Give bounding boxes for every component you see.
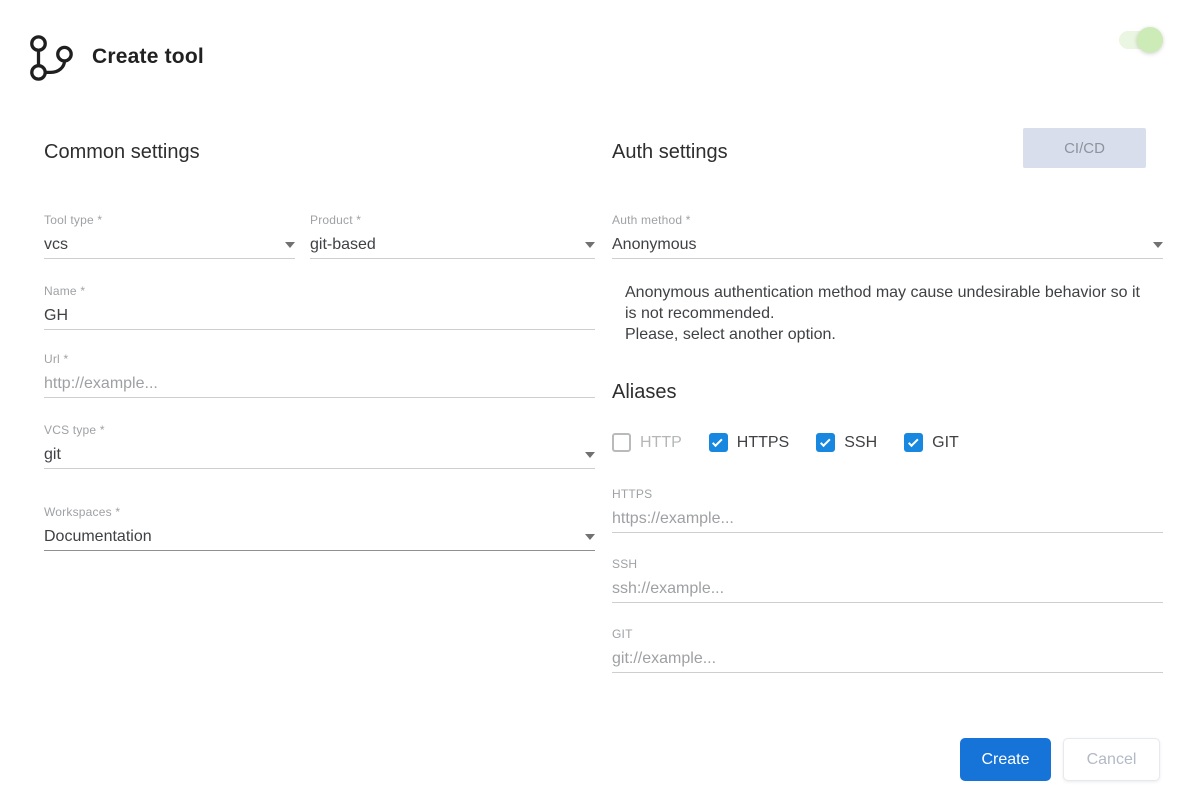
create-tool-dialog: Create tool Common settings Tool type * … [0, 0, 1187, 794]
https-alias-input[interactable] [612, 509, 1163, 528]
auth-method-field: Auth method * Anonymous [612, 213, 1163, 259]
url-label: Url * [44, 352, 69, 366]
name-input[interactable] [44, 306, 595, 325]
create-button[interactable]: Create [960, 738, 1051, 781]
https-alias-field: HTTPS [612, 487, 1163, 533]
git-alias-label: GIT [612, 627, 633, 641]
alias-checkbox-git[interactable]: GIT [904, 433, 959, 452]
auth-settings-heading: Auth settings [612, 141, 728, 163]
vcs-type-select[interactable]: git [44, 443, 595, 469]
name-field: Name * [44, 284, 595, 330]
vcs-type-field: VCS type * git [44, 423, 595, 469]
workspaces-field: Workspaces * Documentation [44, 505, 595, 551]
workspaces-label: Workspaces * [44, 505, 121, 519]
checkbox-icon[interactable] [816, 433, 836, 452]
tool-type-select[interactable]: vcs [44, 233, 295, 259]
alias-checkbox-ssh[interactable]: SSH [816, 433, 877, 452]
name-label: Name * [44, 284, 86, 298]
product-select[interactable]: git-based [310, 233, 595, 259]
url-field: Url * [44, 352, 595, 398]
header-toggle-switch[interactable] [1119, 27, 1163, 53]
auth-method-label: Auth method * [612, 213, 691, 227]
product-field: Product * git-based [310, 213, 595, 259]
git-branch-icon [30, 35, 73, 81]
chevron-down-icon [1153, 241, 1163, 248]
auth-method-select[interactable]: Anonymous [612, 233, 1163, 259]
ssh-alias-label: SSH [612, 557, 638, 571]
vcs-type-label: VCS type * [44, 423, 105, 437]
chevron-down-icon [585, 241, 595, 248]
checkbox-icon[interactable] [708, 433, 728, 452]
https-alias-label: HTTPS [612, 487, 653, 501]
workspaces-select[interactable]: Documentation [44, 525, 595, 551]
page-title: Create tool [92, 45, 204, 68]
common-settings-heading: Common settings [44, 141, 200, 163]
check-icon [819, 436, 831, 448]
product-label: Product * [310, 213, 362, 227]
chevron-down-icon [585, 533, 595, 540]
toggle-knob[interactable] [1137, 27, 1163, 53]
cicd-button[interactable]: CI/CD [1023, 128, 1146, 168]
ssh-alias-input[interactable] [612, 579, 1163, 598]
tool-type-field: Tool type * vcs [44, 213, 295, 259]
alias-checkbox-https[interactable]: HTTPS [708, 433, 789, 452]
git-alias-input[interactable] [612, 649, 1163, 668]
cancel-button[interactable]: Cancel [1063, 738, 1160, 781]
git-alias-field: GIT [612, 627, 1163, 673]
alias-checkbox-row: HTTP HTTPS SSH GIT [612, 433, 959, 452]
chevron-down-icon [585, 451, 595, 458]
check-icon [907, 436, 919, 448]
chevron-down-icon [285, 241, 295, 248]
tool-type-label: Tool type * [44, 213, 103, 227]
url-input[interactable] [44, 374, 595, 393]
ssh-alias-field: SSH [612, 557, 1163, 603]
alias-checkbox-http[interactable]: HTTP [612, 433, 682, 452]
aliases-heading: Aliases [612, 381, 677, 403]
checkbox-icon[interactable] [612, 433, 631, 452]
auth-warning-text: Anonymous authentication method may caus… [625, 284, 1140, 343]
checkbox-icon[interactable] [904, 433, 924, 452]
check-icon [712, 436, 723, 448]
